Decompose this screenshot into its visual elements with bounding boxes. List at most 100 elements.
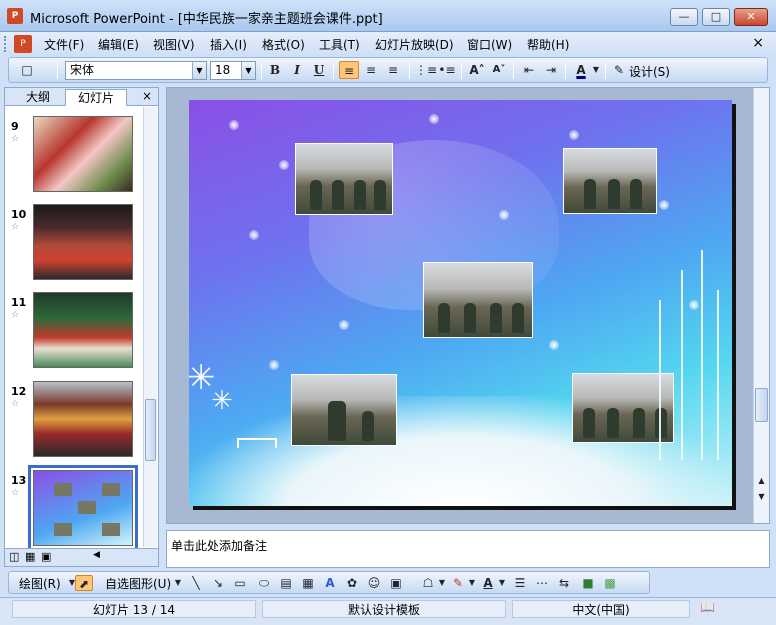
menu-slideshow[interactable]: 幻灯片放映(D): [375, 36, 454, 53]
tab-slides[interactable]: 幻灯片: [65, 89, 127, 106]
chevron-down-icon[interactable]: ▼: [173, 575, 183, 591]
minimize-button[interactable]: —: [670, 8, 698, 26]
toolbar-separator: [461, 62, 462, 79]
line-style-icon[interactable]: ☰: [511, 575, 529, 591]
menu-insert[interactable]: 插入(I): [210, 36, 247, 53]
clipart-icon[interactable]: ☺: [365, 575, 383, 591]
font-color-icon[interactable]: A: [479, 575, 497, 591]
snowflake: [269, 360, 279, 370]
slideshow-icon[interactable]: ▣: [41, 550, 51, 563]
chevron-down-icon[interactable]: ▼: [497, 575, 507, 591]
align-right-icon[interactable]: ≡: [383, 61, 403, 79]
notes-placeholder[interactable]: 单击此处添加备注: [171, 537, 267, 554]
wordart-icon[interactable]: A: [321, 575, 339, 591]
menu-edit[interactable]: 编辑(E): [98, 36, 139, 53]
photo-3[interactable]: [423, 262, 533, 338]
normal-view-icon[interactable]: ◫: [9, 550, 19, 563]
menu-view[interactable]: 视图(V): [153, 36, 195, 53]
arrow-icon[interactable]: ↘: [209, 575, 227, 591]
increase-indent-icon[interactable]: ⇥: [541, 61, 561, 79]
rectangle-icon[interactable]: ▭: [231, 575, 249, 591]
menu-tools[interactable]: 工具(T): [319, 36, 360, 53]
toolbar-separator: [513, 62, 514, 79]
editor-scrollbar[interactable]: ▲ ▼: [753, 88, 769, 523]
font-name-value: 宋体: [70, 63, 95, 77]
picture-icon[interactable]: ▣: [387, 575, 405, 591]
dash-style-icon[interactable]: ⋯: [533, 575, 551, 591]
thumbnail-image: [33, 204, 133, 280]
italic-button[interactable]: I: [287, 61, 307, 79]
scroll-left-icon[interactable]: ◀: [93, 550, 100, 560]
grip-handle[interactable]: [4, 36, 7, 52]
chevron-down-icon[interactable]: ▼: [192, 62, 206, 79]
slide-number: 13: [11, 474, 27, 487]
line-color-icon[interactable]: ✎: [449, 575, 467, 591]
close-icon[interactable]: ×: [142, 89, 152, 103]
next-slide-icon[interactable]: ▼: [755, 490, 768, 504]
line-icon[interactable]: ╲: [187, 575, 205, 591]
arrow-style-icon[interactable]: ⇆: [555, 575, 573, 591]
previous-slide-icon[interactable]: ▲: [755, 474, 768, 488]
tab-outline[interactable]: 大纲: [13, 89, 63, 106]
document-icon[interactable]: P: [14, 35, 32, 53]
slide-position: 幻灯片 13 / 14: [12, 600, 256, 618]
font-color-icon[interactable]: A: [571, 61, 591, 79]
numbered-list-icon[interactable]: ⋮≡: [415, 61, 437, 79]
snowflake: [429, 114, 439, 124]
font-name-combo[interactable]: 宋体 ▼: [65, 61, 207, 80]
bold-button[interactable]: B: [265, 61, 285, 79]
fill-color-icon[interactable]: ☖: [419, 575, 437, 591]
align-center-icon[interactable]: ≡: [361, 61, 381, 79]
powerpoint-icon: P: [7, 8, 23, 24]
transition-icon: ☆: [11, 310, 20, 320]
textbox-icon[interactable]: ▤: [277, 575, 295, 591]
3d-style-icon[interactable]: ▩: [601, 575, 619, 591]
decrease-font-icon[interactable]: A˅: [489, 61, 509, 79]
maximize-button[interactable]: □: [702, 8, 730, 26]
bullet-list-icon[interactable]: •≡: [437, 61, 457, 79]
menu-help[interactable]: 帮助(H): [527, 36, 569, 53]
current-slide[interactable]: ✳ ✳: [189, 100, 732, 506]
tree-decoration: [717, 290, 719, 460]
close-button[interactable]: ✕: [734, 8, 768, 26]
diagram-icon[interactable]: ✿: [343, 575, 361, 591]
shadow-style-icon[interactable]: ■: [579, 575, 597, 591]
underline-button[interactable]: U: [309, 61, 329, 79]
drawing-toolbar: 绘图(R) ▼ ⬈ 自选图形(U) ▼ ╲ ↘ ▭ ⬭ ▤ ▦ A ✿ ☺ ▣ …: [8, 571, 650, 594]
font-size-combo[interactable]: 18 ▼: [210, 61, 256, 80]
design-icon[interactable]: ✎: [611, 61, 627, 79]
align-left-icon[interactable]: ≡: [339, 61, 359, 79]
chevron-down-icon[interactable]: ▼: [467, 575, 477, 591]
scrollbar-thumb[interactable]: [145, 399, 156, 461]
scrollbar-thumb[interactable]: [755, 388, 768, 422]
chevron-down-icon[interactable]: ▼: [437, 575, 447, 591]
snowflake: [689, 300, 699, 310]
chevron-down-icon[interactable]: ▼: [241, 62, 255, 79]
autoshapes-button[interactable]: 自选图形(U): [105, 575, 171, 592]
photo-2[interactable]: [563, 148, 657, 214]
menu-window[interactable]: 窗口(W): [467, 36, 512, 53]
chevron-down-icon[interactable]: ▼: [591, 61, 601, 79]
design-template[interactable]: 默认设计模板: [262, 600, 506, 618]
menu-file[interactable]: 文件(F): [44, 36, 84, 53]
draw-menu-button[interactable]: 绘图(R): [19, 575, 61, 592]
new-document-icon[interactable]: □: [17, 61, 37, 79]
notes-pane[interactable]: 单击此处添加备注: [166, 530, 770, 568]
language-indicator: 中文(中国): [512, 600, 690, 618]
slides-scrollbar[interactable]: [143, 107, 157, 547]
increase-font-icon[interactable]: A˄: [467, 61, 487, 79]
menu-format[interactable]: 格式(O): [262, 36, 305, 53]
spellcheck-icon[interactable]: 📖: [700, 600, 715, 614]
thumbnail-photo: [102, 523, 120, 536]
snowflake: [569, 130, 579, 140]
ellipse-icon[interactable]: ⬭: [255, 575, 273, 591]
slide-sorter-icon[interactable]: ▦: [25, 550, 35, 563]
design-button-label[interactable]: 设计(S): [629, 63, 670, 80]
vertical-textbox-icon[interactable]: ▦: [299, 575, 317, 591]
decrease-indent-icon[interactable]: ⇤: [519, 61, 539, 79]
photo-1[interactable]: [295, 143, 393, 215]
photo-4[interactable]: [291, 374, 397, 446]
select-pointer-icon[interactable]: ⬈: [75, 575, 93, 591]
snowflake: [499, 210, 509, 220]
document-close-icon[interactable]: ×: [752, 35, 764, 51]
